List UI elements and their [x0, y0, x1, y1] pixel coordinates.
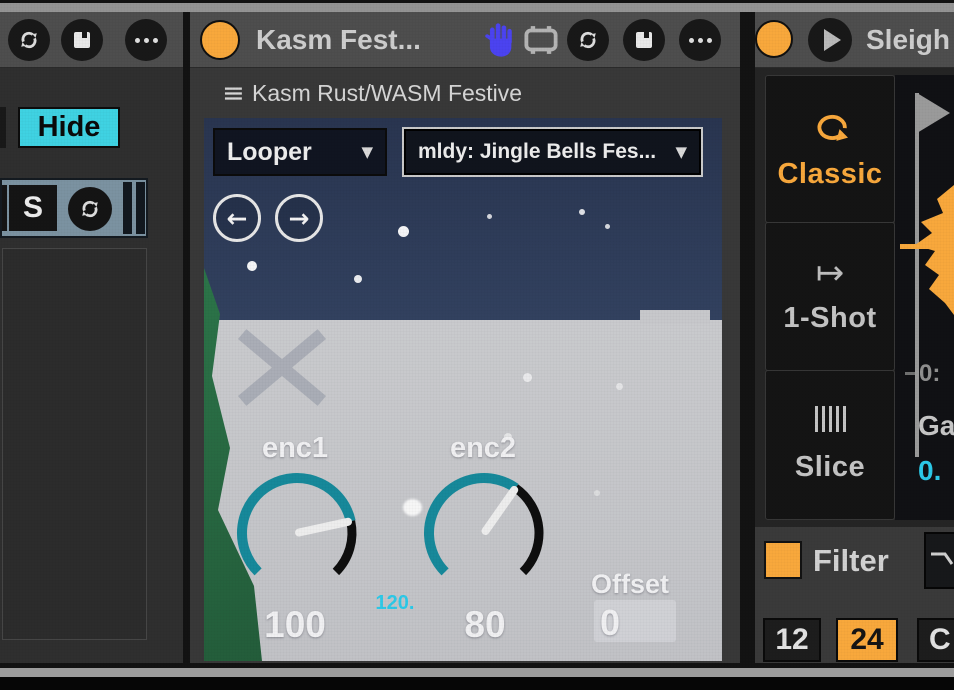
solo-button[interactable]: S	[9, 185, 57, 231]
loop-icon	[809, 108, 851, 144]
track-sync-button[interactable]	[68, 187, 112, 231]
clipped-track-button[interactable]	[2, 185, 7, 231]
patch-name: Kasm Rust/WASM Festive	[252, 80, 522, 107]
device-title: Kasm Fest...	[256, 12, 421, 67]
chevron-down-icon: ▼	[361, 143, 373, 161]
save-icon	[632, 28, 656, 52]
left-device-titlebar	[0, 12, 183, 68]
left-device: Hide S	[0, 12, 183, 663]
save-button[interactable]	[61, 19, 103, 61]
snowflake	[616, 383, 623, 390]
refresh-button[interactable]	[8, 19, 50, 61]
save-icon	[70, 28, 94, 52]
lowpass-curve-icon	[926, 534, 954, 587]
slope-24-button[interactable]: 24	[836, 618, 898, 662]
snowflake	[523, 373, 532, 382]
time-tick	[905, 372, 915, 375]
gain-label: Ga	[918, 410, 954, 442]
snowflake	[247, 261, 257, 271]
kasm-device: Kasm Fest...	[190, 12, 740, 663]
hamburger-icon[interactable]: ≡	[222, 78, 245, 109]
mode-slice-label: Slice	[795, 451, 865, 484]
sample-time: 0:	[919, 360, 940, 388]
snowflake	[594, 490, 600, 496]
sleigh-titlebar: Sleigh	[755, 12, 954, 68]
next-button[interactable]: →	[275, 194, 323, 242]
device-title: Sleigh	[866, 12, 954, 67]
mode-one-shot-label: 1-Shot	[783, 302, 876, 335]
device-activator-toggle[interactable]	[755, 20, 793, 58]
more-button[interactable]	[679, 19, 721, 61]
mode-slice-button[interactable]: Slice	[765, 370, 895, 520]
prev-button[interactable]: ←	[213, 194, 261, 242]
melody-dropdown[interactable]: mldy: Jingle Bells Fes... ▼	[402, 127, 703, 177]
track-control-row: S	[0, 178, 148, 238]
kasm-titlebar: Kasm Fest...	[190, 12, 740, 68]
play-icon	[824, 29, 841, 51]
more-button[interactable]	[125, 19, 167, 61]
snowflake	[579, 209, 585, 215]
filter-section: Filter 12 24 C	[755, 527, 954, 663]
filter-type-display[interactable]	[924, 532, 954, 589]
sample-display: 0:	[895, 75, 954, 520]
tempo-readout: 120.	[360, 592, 430, 615]
offset-value[interactable]: 0	[600, 602, 676, 644]
chain-top-strip	[0, 3, 954, 12]
snow-ground	[640, 310, 710, 324]
device-activator-toggle[interactable]	[200, 20, 240, 60]
enc1-label: enc1	[240, 432, 350, 465]
save-button[interactable]	[623, 19, 665, 61]
sleigh-device: Sleigh Classic ↦ 1-Shot Slice	[755, 12, 954, 663]
sample-start-flag[interactable]	[917, 93, 950, 133]
enc2-knob[interactable]	[420, 469, 548, 597]
looper-dropdown[interactable]: Looper ▼	[213, 128, 387, 176]
refresh-icon	[16, 27, 42, 53]
one-shot-icon: ↦	[816, 258, 845, 288]
refresh-button[interactable]	[567, 19, 609, 61]
x-mark	[234, 321, 330, 413]
empty-device-panel	[2, 248, 147, 640]
filter-toggle[interactable]	[764, 541, 802, 579]
bottom-edge	[0, 677, 954, 690]
level-meter	[136, 182, 145, 234]
slice-icon	[813, 406, 848, 437]
hide-button[interactable]: Hide	[18, 107, 120, 148]
refresh-icon	[77, 196, 103, 222]
horizontal-scrollbar[interactable]	[0, 668, 954, 677]
mode-one-shot-button[interactable]: ↦ 1-Shot	[765, 222, 895, 371]
gain-value[interactable]: 0.	[918, 455, 941, 487]
hand-icon[interactable]	[484, 22, 518, 58]
more-icon	[689, 38, 694, 43]
refresh-icon	[575, 27, 601, 53]
snowflake	[487, 214, 492, 219]
snowflake	[398, 226, 409, 237]
snowflake	[354, 275, 362, 283]
device-chain-view: Hide S Kasm Fest...	[0, 0, 954, 690]
mode-classic-label: Classic	[777, 158, 882, 191]
level-meter	[123, 182, 132, 234]
patch-name-row[interactable]: ≡ Kasm Rust/WASM Festive	[190, 67, 740, 118]
preview-play-button[interactable]	[808, 18, 852, 62]
circuit-button[interactable]: C	[917, 618, 954, 662]
enc2-value: 80	[430, 604, 540, 646]
more-icon	[135, 38, 140, 43]
offset-label: Offset	[585, 569, 675, 600]
mode-classic-button[interactable]: Classic	[765, 75, 895, 223]
enc1-knob[interactable]	[233, 469, 361, 597]
snowflake	[605, 224, 610, 229]
waveform	[897, 185, 954, 325]
device-window-icon[interactable]	[522, 26, 560, 54]
left-arrow-icon: ←	[227, 204, 248, 233]
clipped-left-button[interactable]	[0, 107, 6, 148]
filter-label: Filter	[813, 543, 889, 579]
right-arrow-icon: →	[289, 204, 310, 233]
melody-dropdown-label: mldy: Jingle Bells Fes...	[418, 140, 656, 164]
looper-dropdown-label: Looper	[227, 138, 312, 167]
enc2-label: enc2	[428, 432, 538, 465]
slope-12-button[interactable]: 12	[763, 618, 821, 662]
enc1-value: 100	[240, 604, 350, 646]
chevron-down-icon: ▼	[675, 143, 687, 161]
